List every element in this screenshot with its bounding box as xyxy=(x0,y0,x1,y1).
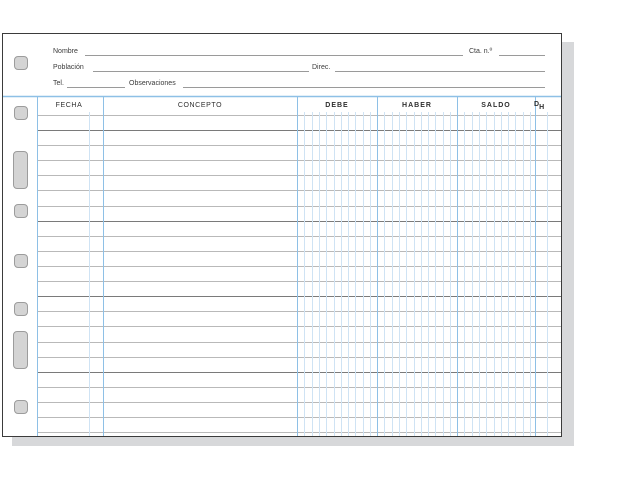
binder-slot xyxy=(13,331,28,369)
binder-hole xyxy=(14,400,28,414)
column-header-dh: DH xyxy=(534,101,545,111)
binder-hole xyxy=(14,56,28,70)
binder-slot xyxy=(13,151,28,189)
binder-hole xyxy=(14,204,28,218)
binder-hole xyxy=(14,106,28,120)
column-header-fecha: FECHA xyxy=(55,102,83,109)
column-header-concepto: CONCEPTO xyxy=(177,102,223,109)
ledger-sheet: Nombre Cta. n.º Población Direc. Tel. Ob… xyxy=(2,33,562,437)
column-header-saldo: SALDO xyxy=(481,102,511,109)
column-header-haber: HABER xyxy=(402,102,432,109)
ledger-grid xyxy=(3,95,561,436)
column-header-debe: DEBE xyxy=(325,102,349,109)
dh-bottom: H xyxy=(539,104,545,111)
binder-hole xyxy=(14,254,28,268)
binder-hole xyxy=(14,302,28,316)
